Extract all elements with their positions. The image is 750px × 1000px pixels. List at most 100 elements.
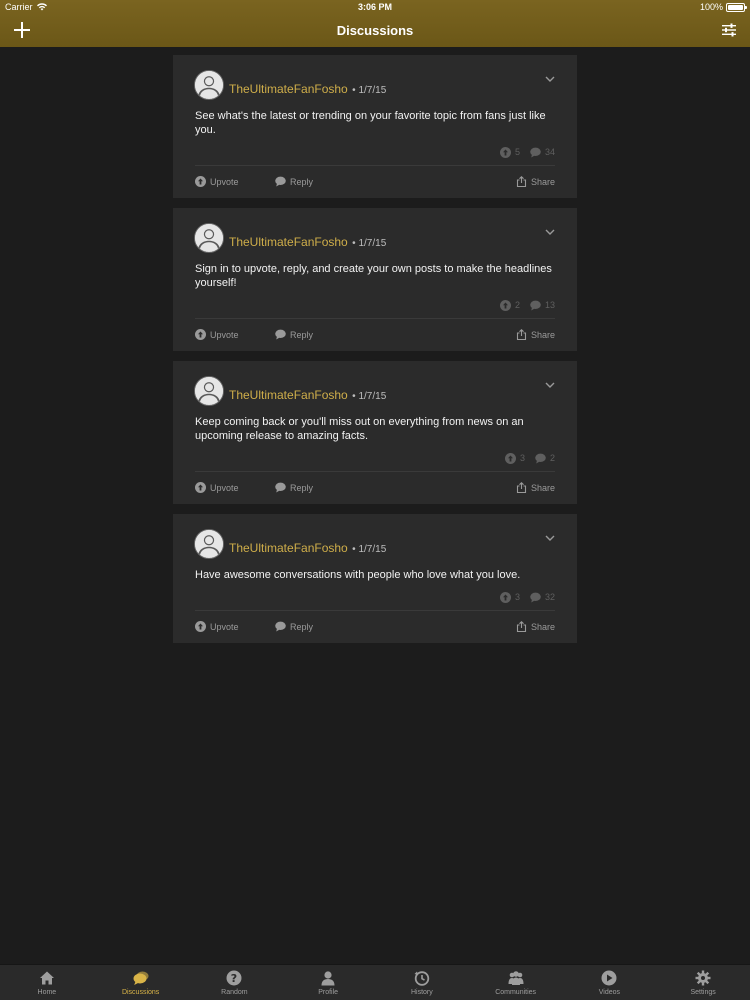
- tab-random[interactable]: ? Random: [188, 965, 282, 1000]
- share-button[interactable]: Share: [516, 176, 555, 187]
- tab-videos[interactable]: Videos: [563, 965, 657, 1000]
- post-meta: TheUltimateFanFosho • 1/7/15: [229, 233, 386, 251]
- discussions-icon: [133, 971, 149, 985]
- filter-icon[interactable]: [722, 23, 736, 37]
- post-meta: TheUltimateFanFosho • 1/7/15: [229, 80, 386, 98]
- avatar[interactable]: [194, 376, 224, 406]
- reply-label: Reply: [290, 621, 314, 632]
- share-button[interactable]: Share: [516, 621, 555, 632]
- nav-bar: Discussions: [0, 14, 750, 47]
- upvote-circle-icon: [499, 146, 511, 158]
- post-card[interactable]: TheUltimateFanFosho • 1/7/15 See what's …: [173, 55, 577, 198]
- discussion-feed: TheUltimateFanFosho • 1/7/15 See what's …: [173, 55, 577, 653]
- reply-count-value: 32: [544, 592, 555, 602]
- share-button[interactable]: Share: [516, 482, 555, 493]
- post-card[interactable]: TheUltimateFanFosho • 1/7/15 Keep coming…: [173, 361, 577, 504]
- upvote-count: 3: [504, 452, 525, 464]
- share-icon: [516, 482, 527, 493]
- post-header: TheUltimateFanFosho • 1/7/15: [173, 55, 577, 100]
- upvote-circle-icon: [499, 591, 511, 603]
- chevron-down-icon[interactable]: [545, 75, 555, 83]
- share-icon: [516, 329, 527, 340]
- reply-bubble-icon: [275, 176, 286, 187]
- reply-label: Reply: [290, 482, 314, 493]
- tab-settings[interactable]: Settings: [656, 965, 750, 1000]
- history-icon: [414, 971, 430, 986]
- username-link[interactable]: TheUltimateFanFosho: [229, 235, 348, 249]
- username-link[interactable]: TheUltimateFanFosho: [229, 388, 348, 402]
- tab-label: Videos: [598, 989, 621, 996]
- profile-icon: [321, 971, 335, 986]
- avatar-placeholder-icon: [195, 71, 223, 99]
- tab-history[interactable]: History: [375, 965, 469, 1000]
- upvote-circle-icon: [504, 452, 516, 464]
- reply-button[interactable]: Reply: [275, 176, 313, 187]
- comment-bubble-icon: [530, 300, 541, 310]
- tab-label: Home: [37, 989, 57, 996]
- avatar[interactable]: [194, 223, 224, 253]
- question-icon: ?: [226, 970, 242, 986]
- upvote-button[interactable]: Upvote: [195, 482, 239, 493]
- upvote-button[interactable]: Upvote: [195, 621, 239, 632]
- status-right: 100%: [700, 2, 747, 12]
- avatar[interactable]: [194, 70, 224, 100]
- play-icon: [601, 970, 617, 986]
- reply-button[interactable]: Reply: [275, 329, 313, 340]
- upvote-icon: [195, 621, 206, 632]
- upvote-count: 2: [499, 299, 520, 311]
- post-stats: 5 34: [173, 137, 577, 159]
- username-link[interactable]: TheUltimateFanFosho: [229, 82, 348, 96]
- username-link[interactable]: TheUltimateFanFosho: [229, 541, 348, 555]
- avatar[interactable]: [194, 529, 224, 559]
- tab-bar: Home Discussions? Random Profile History Comm…: [0, 964, 750, 1000]
- chevron-down-icon[interactable]: [545, 534, 555, 542]
- upvote-count-value: 3: [519, 453, 525, 463]
- upvote-label: Upvote: [210, 176, 239, 187]
- upvote-circle-icon: [499, 299, 511, 311]
- app-root: Carrier 3:06 PM 100% Discussions TheUlti…: [0, 0, 750, 1000]
- reply-label: Reply: [290, 176, 314, 187]
- upvote-label: Upvote: [210, 482, 239, 493]
- post-header: TheUltimateFanFosho • 1/7/15: [173, 361, 577, 406]
- reply-count: 2: [535, 453, 555, 464]
- tab-communities[interactable]: Communities: [469, 965, 563, 1000]
- reply-count: 32: [530, 592, 555, 603]
- post-actions: Upvote Reply Share: [195, 318, 555, 351]
- post-meta: TheUltimateFanFosho • 1/7/15: [229, 386, 386, 404]
- comment-bubble-icon: [530, 592, 541, 602]
- reply-count-value: 13: [544, 300, 555, 310]
- upvote-count-value: 3: [514, 592, 520, 602]
- reply-bubble-icon: [275, 621, 286, 632]
- tab-discussions[interactable]: Discussions: [94, 965, 188, 1000]
- upvote-label: Upvote: [210, 329, 239, 340]
- post-meta: TheUltimateFanFosho • 1/7/15: [229, 539, 386, 557]
- reply-button[interactable]: Reply: [275, 482, 313, 493]
- post-card[interactable]: TheUltimateFanFosho • 1/7/15 Sign in to …: [173, 208, 577, 351]
- upvote-button[interactable]: Upvote: [195, 176, 239, 187]
- post-actions: Upvote Reply Share: [195, 165, 555, 198]
- reply-count: 13: [530, 300, 555, 311]
- chevron-down-icon[interactable]: [545, 381, 555, 389]
- battery-icon: [726, 2, 747, 12]
- upvote-icon: [195, 329, 206, 340]
- share-button[interactable]: Share: [516, 329, 555, 340]
- reply-bubble-icon: [275, 482, 286, 493]
- tab-home[interactable]: Home: [0, 965, 94, 1000]
- post-date: • 1/7/15: [352, 85, 387, 96]
- reply-label: Reply: [290, 329, 314, 340]
- chevron-down-icon[interactable]: [545, 228, 555, 236]
- reply-button[interactable]: Reply: [275, 621, 313, 632]
- svg-text:?: ?: [231, 972, 237, 985]
- upvote-count: 5: [499, 146, 520, 158]
- upvote-button[interactable]: Upvote: [195, 329, 239, 340]
- tab-profile[interactable]: Profile: [281, 965, 375, 1000]
- post-stats: 2 13: [173, 290, 577, 312]
- share-label: Share: [530, 621, 555, 632]
- post-date: • 1/7/15: [352, 238, 387, 249]
- upvote-icon: [195, 482, 206, 493]
- reply-count-value: 34: [544, 147, 555, 157]
- upvote-icon: [195, 176, 206, 187]
- post-actions: Upvote Reply Share: [195, 471, 555, 504]
- post-card[interactable]: TheUltimateFanFosho • 1/7/15 Have awesom…: [173, 514, 577, 643]
- post-text: Sign in to upvote, reply, and create you…: [195, 263, 552, 289]
